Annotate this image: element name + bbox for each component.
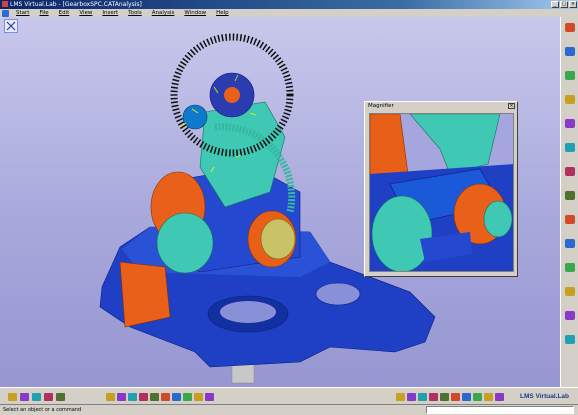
print-icon[interactable] (139, 393, 148, 401)
pan-icon[interactable] (407, 393, 416, 401)
maximize-button[interactable]: □ (560, 1, 568, 8)
look-icon[interactable] (20, 393, 29, 401)
status-prompt: Select an object or a command (3, 407, 82, 413)
report-icon[interactable] (565, 263, 575, 272)
zoom-area-icon[interactable] (32, 393, 41, 401)
analysis-icon[interactable] (565, 335, 575, 344)
menu-tools[interactable]: Tools (123, 9, 147, 17)
new-icon[interactable] (106, 393, 115, 401)
cut-icon[interactable] (150, 393, 159, 401)
iso-view-icon[interactable] (462, 393, 471, 401)
image-icon[interactable] (565, 191, 575, 200)
command-input[interactable] (426, 406, 574, 414)
magnifier-close-button[interactable]: × (508, 103, 515, 109)
zoom-out-icon[interactable] (440, 393, 449, 401)
fly-icon[interactable] (8, 393, 17, 401)
material-icon[interactable] (565, 71, 575, 80)
close-button[interactable]: × (569, 1, 577, 8)
bearing-cap-front (156, 212, 214, 274)
menu-edit[interactable]: Edit (54, 9, 75, 17)
3d-viewport[interactable]: Magnifier × (0, 17, 560, 387)
swap-icon[interactable] (495, 393, 504, 401)
group-icon[interactable] (565, 287, 575, 296)
flange-left-plate (119, 261, 171, 328)
menu-help[interactable]: Help (211, 9, 234, 17)
minimize-button[interactable]: _ (551, 1, 559, 8)
menu-start[interactable]: Start (11, 9, 34, 17)
hide-show-icon[interactable] (484, 393, 493, 401)
bottom-toolbar: LMS Virtual.Lab (0, 387, 578, 404)
encoder-center (224, 87, 240, 103)
magnifier-title: Magnifier (365, 102, 517, 111)
normal-view-icon[interactable] (451, 393, 460, 401)
sensor-icon[interactable] (565, 239, 575, 248)
app-icon[interactable] (2, 1, 8, 7)
rotate-icon[interactable] (418, 393, 427, 401)
magnified-detail (370, 114, 513, 271)
start-icon[interactable] (2, 9, 9, 17)
restraint-icon[interactable] (565, 143, 575, 152)
window-controls: _ □ × (551, 1, 577, 8)
render-icon[interactable] (44, 393, 53, 401)
bearing-cap-right (260, 218, 296, 260)
menu-bar: Start File Edit View Insert Tools Analys… (0, 9, 578, 17)
magnifier-view[interactable] (369, 113, 514, 272)
animate-icon[interactable] (565, 215, 575, 224)
lms-logo: LMS Virtual.Lab (520, 393, 569, 400)
menu-insert[interactable]: Insert (97, 9, 123, 17)
paste-icon[interactable] (172, 393, 181, 401)
zoom-in-icon[interactable] (429, 393, 438, 401)
measure-icon[interactable] (565, 311, 575, 320)
redo-icon[interactable] (194, 393, 203, 401)
fit-all-icon[interactable] (396, 393, 405, 401)
solve-icon[interactable] (565, 167, 575, 176)
menu-file[interactable]: File (34, 9, 53, 17)
menu-window[interactable]: Window (179, 9, 211, 17)
open-icon[interactable] (117, 393, 126, 401)
hide-icon[interactable] (56, 393, 65, 401)
magnifier-window[interactable]: Magnifier × (364, 101, 518, 277)
undo-icon[interactable] (183, 393, 192, 401)
load-icon[interactable] (565, 119, 575, 128)
mesh-icon[interactable] (565, 95, 575, 104)
status-bar: Select an object or a command (0, 404, 578, 415)
window-title: LMS Virtual.Lab - [GearboxSPC.CATAnalysi… (10, 1, 142, 8)
save-icon[interactable] (128, 393, 137, 401)
menu-view[interactable]: View (74, 9, 97, 17)
copy-icon[interactable] (161, 393, 170, 401)
shaft-left (182, 104, 208, 130)
sketch-icon[interactable] (565, 47, 575, 56)
whatsthis-icon[interactable] (205, 393, 214, 401)
housing-hole-right (315, 282, 361, 306)
title-bar: LMS Virtual.Lab - [GearboxSPC.CATAnalysi… (0, 0, 578, 9)
select-icon[interactable] (565, 23, 575, 32)
shading-icon[interactable] (473, 393, 482, 401)
right-toolbar (560, 17, 578, 387)
menu-analysis[interactable]: Analysis (147, 9, 180, 17)
housing-bore-inner (220, 301, 276, 323)
